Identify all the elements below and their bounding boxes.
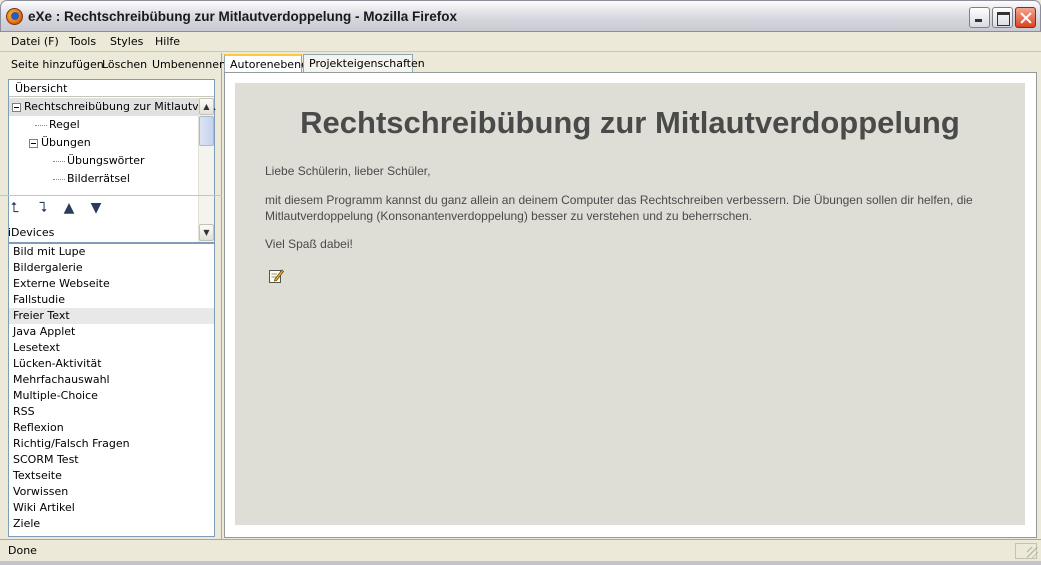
tab-autorenebene[interactable]: Autorenebene (224, 54, 308, 73)
idevice-item[interactable]: Fallstudie (9, 292, 214, 308)
resize-grip-icon[interactable] (1027, 547, 1038, 558)
page-title: Rechtschreibübung zur Mitlautverdoppelun… (300, 105, 960, 140)
edit-pencil-icon[interactable] (268, 267, 284, 284)
content-body: mit diesem Programm kannst du ganz allei… (265, 193, 973, 223)
tree-node-label: Übungen (41, 136, 91, 149)
menu-hilfe[interactable]: Hilfe (155, 35, 180, 48)
collapse-icon[interactable] (29, 138, 38, 148)
demote-node-icon[interactable]: ⮧ (34, 201, 52, 217)
idevice-item[interactable]: Vorwissen (9, 484, 214, 500)
close-button[interactable] (1015, 7, 1036, 28)
status-bar: Done (0, 539, 1041, 561)
idevice-item[interactable]: Multiple-Choice (9, 388, 214, 404)
idevice-item[interactable]: Textseite (9, 468, 214, 484)
content-page: Rechtschreibübung zur Mitlautverdoppelun… (235, 83, 1025, 525)
menu-datei[interactable]: Datei (F) (11, 35, 59, 48)
content-greeting: Liebe Schülerin, lieber Schüler, (265, 164, 431, 178)
minimize-button[interactable] (969, 7, 990, 28)
status-text: Done (8, 544, 37, 557)
tree-node-uebungen[interactable]: Übungen (9, 134, 91, 152)
scroll-thumb[interactable] (199, 116, 214, 146)
idevice-item[interactable]: Richtig/Falsch Fragen (9, 436, 214, 452)
tree-node-label: Regel (49, 118, 80, 131)
firefox-icon (6, 8, 23, 25)
window-bottom-border (0, 561, 1041, 565)
tree-node-label: Rechtschreibübung zur Mitlautve… (24, 100, 217, 113)
idevice-item[interactable]: RSS (9, 404, 214, 420)
promote-node-icon[interactable]: ⮤ (6, 201, 24, 217)
idevice-item[interactable]: Lücken-Aktivität (9, 356, 214, 372)
menu-tools[interactable]: Tools (69, 35, 96, 48)
content-closing: Viel Spaß dabei! (265, 237, 353, 251)
collapse-icon[interactable] (12, 102, 21, 112)
tree-node-regel[interactable]: Regel (9, 116, 80, 134)
menu-bar: Datei (F) Tools Styles Hilfe (0, 32, 1041, 52)
idevice-item[interactable]: Externe Webseite (9, 276, 214, 292)
outline-toolbar: Seite hinzufügen Löschen Umbenennen (0, 53, 226, 75)
idevices-label: iDevices (8, 226, 55, 239)
tree-node-bilderraetsel[interactable]: Bilderrätsel (9, 170, 130, 188)
scroll-down-icon[interactable]: ▼ (199, 224, 214, 241)
move-up-icon[interactable]: ▲ (60, 201, 78, 217)
maximize-button[interactable] (992, 7, 1013, 28)
idevice-item[interactable]: Mehrfachauswahl (9, 372, 214, 388)
tree-node-root[interactable]: Rechtschreibübung zur Mitlautve… (9, 98, 216, 116)
add-page-button[interactable]: Seite hinzufügen (11, 58, 104, 71)
idevices-list: Bild mit Lupe Bildergalerie Externe Webs… (8, 243, 215, 537)
rename-page-button[interactable]: Umbenennen (152, 58, 226, 71)
menu-styles[interactable]: Styles (110, 35, 143, 48)
idevice-item[interactable]: Wiki Artikel (9, 500, 214, 516)
outline-scrollbar[interactable]: ▲ ▼ (198, 98, 214, 242)
tree-node-uebungswoerter[interactable]: Übungswörter (9, 152, 145, 170)
idevice-item[interactable]: Freier Text (9, 308, 214, 324)
delete-page-button[interactable]: Löschen (102, 58, 147, 71)
left-panel: Seite hinzufügen Löschen Umbenennen Über… (0, 53, 226, 539)
tree-node-label: Bilderrätsel (67, 172, 130, 185)
idevice-item[interactable]: SCORM Test (9, 452, 214, 468)
tab-projekteigenschaften[interactable]: Projekteigenschaften (303, 54, 425, 72)
window-titlebar[interactable]: eXe : Rechtschreibübung zur Mitlautverdo… (0, 0, 1041, 32)
scroll-up-icon[interactable]: ▲ (199, 98, 214, 115)
idevice-item[interactable]: Reflexion (9, 420, 214, 436)
idevice-item[interactable]: Java Applet (9, 324, 214, 340)
idevice-item[interactable]: Bild mit Lupe (9, 244, 214, 260)
window-title: eXe : Rechtschreibübung zur Mitlautverdo… (28, 9, 458, 24)
idevice-item[interactable]: Bildergalerie (9, 260, 214, 276)
content-frame: Rechtschreibübung zur Mitlautverdoppelun… (224, 72, 1037, 538)
tree-connector (53, 178, 65, 180)
tree-connector (35, 124, 47, 126)
tree-node-label: Übungswörter (67, 154, 145, 167)
idevice-item[interactable]: Lesetext (9, 340, 214, 356)
idevice-item[interactable]: Ziele (9, 516, 214, 532)
move-down-icon[interactable]: ▼ (87, 201, 105, 217)
node-move-toolbar: ⮤ ⮧ ▲ ▼ (0, 195, 222, 219)
outline-header: Übersicht (9, 80, 214, 97)
tree-connector (53, 160, 65, 162)
